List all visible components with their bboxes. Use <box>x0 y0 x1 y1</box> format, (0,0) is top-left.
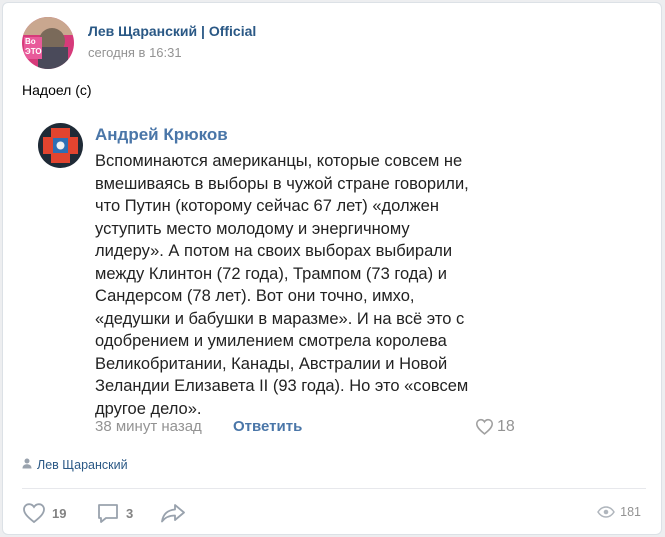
post-card: Bo ЭТО Лев Щаранский | Official сегодня … <box>2 2 662 535</box>
post-text: Надоел (с) <box>22 82 92 98</box>
quoted-comment-screenshot: Андрей Крюков Вспоминаются американцы, к… <box>25 109 537 445</box>
post-signer-link[interactable]: Лев Щаранский <box>37 458 128 472</box>
heart-icon <box>475 418 494 435</box>
views-counter: 181 <box>597 505 641 519</box>
eye-icon <box>597 506 616 518</box>
divider <box>22 488 646 489</box>
comment-line: одобрением и умилением смотрела королева <box>95 332 447 350</box>
post-author-name[interactable]: Лев Щаранский | Official <box>88 23 256 39</box>
svg-text:Bo: Bo <box>25 37 36 46</box>
share-button[interactable] <box>160 499 186 527</box>
like-count: 19 <box>52 505 67 521</box>
comment-line: Сандерсом (78 лет). Вот они точно, имхо, <box>95 287 415 305</box>
comment-line: что Путин (которому сейчас 67 лет) «долж… <box>95 197 439 215</box>
comment-timestamp: 38 минут назад <box>95 418 202 435</box>
comment-line: «дедушки и бабушки в маразме». И на всё … <box>95 309 465 328</box>
comment-line: вмешиваясь в выборы в чужой стране говор… <box>95 174 469 193</box>
comment-line: другое дело». <box>95 399 202 418</box>
comment-count: 3 <box>126 505 134 521</box>
svg-text:ЭТО: ЭТО <box>25 47 42 56</box>
comment-like-count: 18 <box>497 418 515 435</box>
share-arrow-icon <box>161 504 185 523</box>
person-icon <box>22 458 32 469</box>
comment-line: Зеландии Елизавета II (93 года). Но это … <box>95 377 469 395</box>
author-avatar[interactable]: Bo ЭТО <box>22 17 74 69</box>
heart-icon <box>23 503 45 524</box>
comment-line: лидеру». А потом на своих выборах выбира… <box>95 242 453 260</box>
post-timestamp[interactable]: сегодня в 16:31 <box>88 45 182 60</box>
views-count: 181 <box>620 505 641 519</box>
comment-icon <box>98 504 118 523</box>
comment-author-avatar <box>38 123 83 168</box>
comment-line: уступить место молодому и энергичному <box>95 219 410 238</box>
comment-line: между Клинтон (72 года), Трампом (73 год… <box>95 264 447 283</box>
comment-line: Вспоминаются американцы, которые совсем … <box>95 152 463 170</box>
comment-line: Великобритании, Канады, Австралии и Ново… <box>95 354 448 373</box>
comment-reply-label: Ответить <box>233 418 303 435</box>
comment-author-name: Андрей Крюков <box>95 125 228 144</box>
like-button[interactable]: 19 <box>22 499 66 527</box>
comment-text: Вспоминаются американцы, которые совсем … <box>95 150 535 420</box>
comment-button[interactable]: 3 <box>96 499 133 527</box>
